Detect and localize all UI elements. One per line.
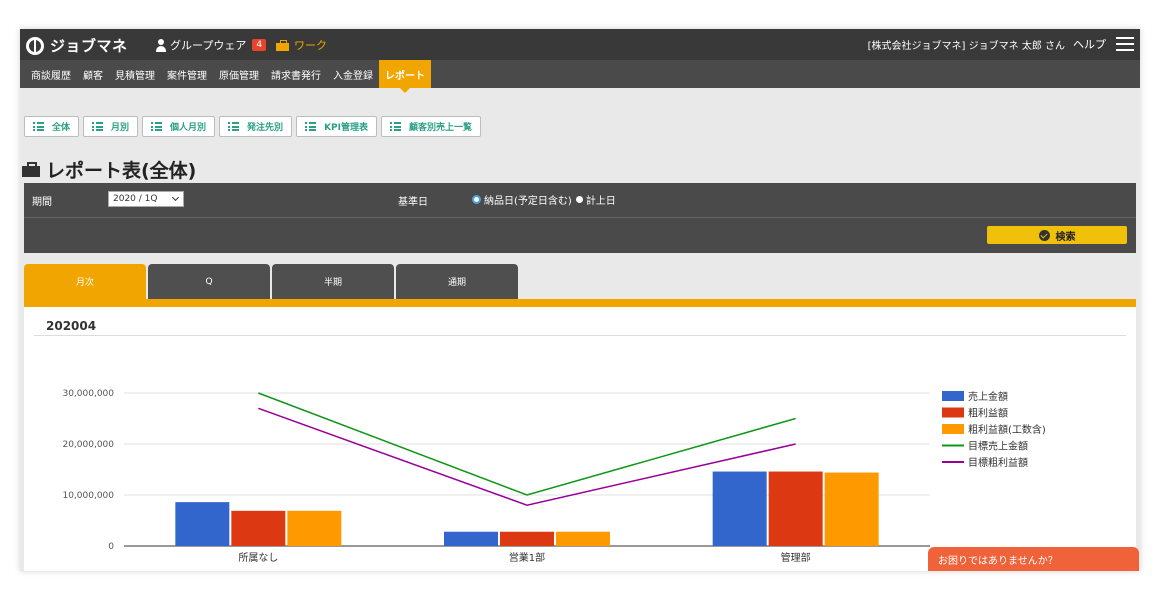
bar — [500, 531, 554, 546]
logo-icon — [26, 36, 44, 55]
help-link[interactable]: ヘルプ — [1073, 36, 1106, 52]
report-button-label: 月別 — [111, 123, 130, 133]
work-label: ワーク — [294, 39, 327, 52]
hamburger-icon[interactable] — [1116, 37, 1134, 51]
groupware-link[interactable]: グループウェア 4 — [156, 37, 267, 53]
check-circle-icon — [1038, 229, 1050, 241]
legend-swatch — [942, 424, 964, 434]
y-tick-label: 20,000,000 — [62, 440, 114, 450]
legend-label: 粗利益額(工数含) — [968, 423, 1046, 436]
work-link[interactable]: ワーク — [276, 37, 327, 53]
radio-delivery-date-label[interactable]: 納品日(予定日含む) — [484, 192, 572, 207]
report-button-label: 顧客別売上一覧 — [408, 123, 472, 133]
bar — [712, 471, 767, 546]
period-tabs: 月次 Q 半期 通期 — [24, 264, 520, 299]
report-button-all[interactable]: 全体 — [24, 116, 80, 137]
filter-panel: 期間 2020 / 1Q 基準日 納品日(予定日含む) 計上日 検索 — [24, 183, 1136, 253]
report-type-buttons: 全体 月別 個人月別 発注先別 KPI管理表 顧客別売上一覧 — [24, 116, 485, 137]
bar — [768, 471, 823, 546]
logo-text: ジョブマネ — [50, 37, 128, 55]
legend-label: 目標売上金額 — [968, 440, 1028, 453]
filter-row: 期間 2020 / 1Q 基準日 納品日(予定日含む) 計上日 — [24, 183, 1136, 218]
period-select[interactable]: 2020 / 1Q — [108, 191, 184, 207]
list-icon — [151, 122, 163, 131]
tab-underline — [24, 299, 1136, 307]
tab-half[interactable]: 半期 — [272, 264, 394, 299]
search-button-label: 検索 — [1055, 231, 1076, 243]
report-button-customer-sales[interactable]: 顧客別売上一覧 — [380, 116, 481, 137]
user-area: [株式会社ジョブマネ] ジョブマネ 太郎 さん ヘルプ — [868, 36, 1134, 52]
report-button-monthly[interactable]: 月別 — [83, 116, 139, 137]
tab-monthly[interactable]: 月次 — [24, 264, 146, 299]
x-tick-label: 営業1部 — [509, 551, 545, 564]
radio-posting-date-label[interactable]: 計上日 — [586, 192, 616, 207]
x-tick-label: 管理部 — [781, 551, 811, 564]
bar — [824, 472, 879, 546]
groupware-label: グループウェア — [170, 39, 247, 52]
y-tick-label: 10,000,000 — [62, 491, 114, 501]
list-icon — [228, 122, 240, 131]
list-icon — [92, 122, 104, 131]
menu-item-reports[interactable]: レポート — [379, 60, 431, 93]
report-button-label: 発注先別 — [247, 123, 284, 133]
menu-item-estimates[interactable]: 見積管理 — [109, 60, 161, 88]
legend-label: 粗利益額 — [968, 407, 1008, 420]
notification-badge: 4 — [252, 39, 267, 51]
top-bar: ジョブマネ グループウェア 4 ワーク [株式会社ジョブマネ] ジョブマネ 太郎… — [20, 29, 1140, 60]
menu-item-invoices[interactable]: 請求書発行 — [265, 60, 327, 88]
list-icon — [305, 122, 317, 131]
bar — [175, 502, 230, 546]
legend-label: 目標粗利益額 — [968, 456, 1028, 469]
page-title-text: レポート表(全体) — [46, 160, 197, 182]
list-icon — [33, 122, 44, 131]
x-tick-label: 所属なし — [238, 552, 278, 564]
report-button-individual-monthly[interactable]: 個人月別 — [142, 116, 216, 137]
person-icon — [156, 38, 166, 52]
menu-item-projects[interactable]: 案件管理 — [161, 60, 213, 88]
report-button-suppliers[interactable]: 発注先別 — [219, 116, 293, 137]
bar — [231, 510, 286, 546]
menu-item-costs[interactable]: 原価管理 — [213, 60, 265, 88]
bar — [556, 531, 610, 546]
report-button-label: KPI管理表 — [324, 123, 368, 133]
tab-full-year[interactable]: 通期 — [396, 264, 518, 299]
briefcase-icon — [22, 162, 40, 177]
radio-delivery-date[interactable] — [472, 195, 481, 204]
menu-item-payments[interactable]: 入金登録 — [327, 60, 379, 88]
user-label[interactable]: [株式会社ジョブマネ] ジョブマネ 太郎 さん — [868, 37, 1065, 52]
period-select-value: 2020 / 1Q — [113, 194, 158, 204]
report-button-label: 個人月別 — [170, 123, 207, 133]
radio-posting-date[interactable] — [575, 196, 583, 203]
legend-swatch — [942, 391, 964, 401]
bar — [444, 531, 498, 546]
report-content: 202004 0 10,000,000 20,000,000 30,000,000 所属… — [24, 307, 1136, 571]
legend-label: 売上金額 — [968, 390, 1008, 403]
menu-item-deal-history[interactable]: 商談履歴 — [25, 60, 77, 88]
app-logo[interactable]: ジョブマネ — [26, 35, 128, 56]
help-chat-tab[interactable]: お困りではありませんか？ — [928, 547, 1139, 571]
briefcase-icon — [276, 39, 289, 51]
tab-quarter[interactable]: Q — [148, 264, 270, 299]
main-menu: 商談履歴 顧客 見積管理 案件管理 原価管理 請求書発行 入金登録 レポート — [20, 60, 1140, 93]
menu-item-customers[interactable]: 顧客 — [77, 60, 109, 88]
base-date-radio-group: 納品日(予定日含む) 計上日 — [472, 192, 616, 207]
period-label: 期間 — [32, 197, 52, 208]
app-window: ジョブマネ グループウェア 4 ワーク [株式会社ジョブマネ] ジョブマネ 太郎… — [20, 29, 1140, 571]
y-tick-label: 30,000,000 — [62, 389, 114, 399]
page-title: レポート表(全体) — [22, 156, 196, 183]
search-button[interactable]: 検索 — [987, 226, 1127, 244]
sales-chart: 0 10,000,000 20,000,000 30,000,000 所属なし 営業1部 管… — [62, 389, 1046, 564]
chevron-down-icon — [171, 193, 180, 202]
report-button-kpi[interactable]: KPI管理表 — [296, 116, 377, 137]
bar — [287, 510, 342, 546]
base-date-label: 基準日 — [398, 197, 428, 208]
legend-swatch — [942, 407, 964, 418]
report-button-label: 全体 — [52, 123, 71, 133]
y-tick-label: 0 — [108, 542, 114, 552]
list-icon — [389, 122, 401, 131]
